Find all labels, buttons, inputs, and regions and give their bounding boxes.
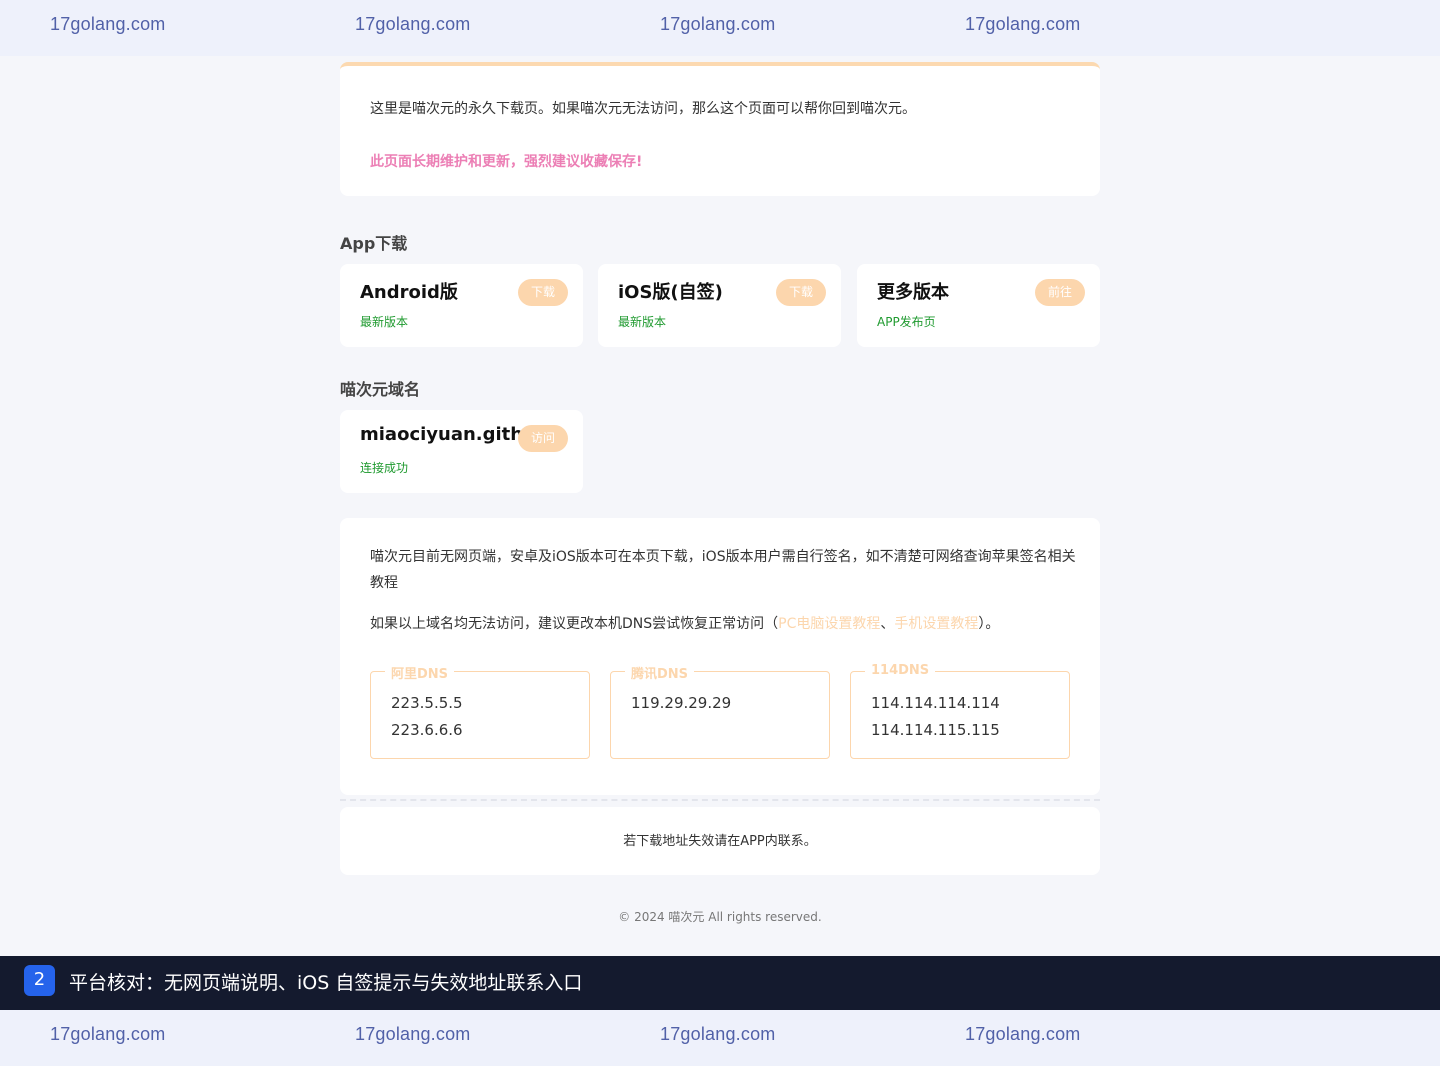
watermark-text: 17golang.com (965, 14, 1081, 34)
connection-status: 连接成功 (360, 461, 409, 475)
domain-card: miaociyuan.github 连接成功 访问 (340, 410, 583, 493)
contact-note: 若下载地址失效请在APP内联系。 (623, 834, 817, 849)
dns-advice-suffix: ）。 (978, 616, 1000, 632)
app-version-label: 最新版本 (360, 315, 409, 329)
copyright: © 2024 喵次元 All rights reserved. (618, 910, 822, 924)
android-download-button[interactable]: 下载 (518, 279, 568, 306)
dns-value: 223.6.6.6 (391, 721, 463, 739)
app-card-ios: iOS版(自签) 最新版本 下载 (598, 264, 841, 347)
app-version-label: 最新版本 (618, 315, 667, 329)
watermark-text: 17golang.com (355, 14, 471, 34)
caption-bar: 2 平台核对：无网页端说明、iOS 自签提示与失效地址联系入口 (0, 956, 1440, 1010)
app-release-label: APP发布页 (877, 315, 936, 329)
watermark-text: 17golang.com (50, 1024, 166, 1044)
info-description: 喵次元目前无网页端，安卓及iOS版本可在本页下载，iOS版本用户需自行签名，如不… (370, 549, 1076, 591)
app-section-title: App下载 (340, 234, 408, 253)
dns-value: 223.5.5.5 (391, 694, 463, 712)
watermark-text: 17golang.com (660, 1024, 776, 1044)
pc-dns-tutorial-link[interactable]: PC电脑设置教程 (778, 616, 880, 632)
contact-card: 若下载地址失效请在APP内联系。 (340, 807, 1100, 875)
watermark-text: 17golang.com (965, 1024, 1081, 1044)
dns-value: 114.114.115.115 (871, 721, 1000, 739)
dns-advice-prefix: 如果以上域名均无法访问，建议更改本机DNS尝试恢复正常访问（ (370, 616, 779, 632)
notice-text: 这里是喵次元的永久下载页。如果喵次元无法访问，那么这个页面可以帮你回到喵次元。 (370, 101, 916, 117)
dns-box-114: 114DNS 114.114.114.114 114.114.115.115 (850, 663, 1070, 759)
domain-section-title: 喵次元域名 (340, 380, 421, 399)
watermark-text: 17golang.com (660, 14, 776, 34)
step-badge: 2 (24, 965, 55, 996)
app-card-android: Android版 最新版本 下载 (340, 264, 583, 347)
dns-advice: 如果以上域名均无法访问，建议更改本机DNS尝试恢复正常访问（PC电脑设置教程、手… (370, 611, 1090, 637)
app-name: iOS版(自签) (618, 282, 723, 303)
watermark-text: 17golang.com (355, 1024, 471, 1044)
dns-box-tencent: 腾讯DNS 119.29.29.29 (610, 663, 830, 759)
bookmark-reminder: 此页面长期维护和更新，强烈建议收藏保存! (370, 154, 643, 170)
visit-domain-button[interactable]: 访问 (518, 425, 568, 452)
dns-box-ali: 阿里DNS 223.5.5.5 223.6.6.6 (370, 663, 590, 759)
dns-value: 114.114.114.114 (871, 694, 1000, 712)
dns-value: 119.29.29.29 (631, 694, 732, 712)
watermark-bar-top: 17golang.com 17golang.com 17golang.com 1… (0, 0, 1440, 56)
app-card-more: 更多版本 APP发布页 前往 (857, 264, 1100, 347)
watermark-text: 17golang.com (50, 14, 166, 34)
app-name: Android版 (360, 282, 458, 303)
info-card: 喵次元目前无网页端，安卓及iOS版本可在本页下载，iOS版本用户需自行签名，如不… (340, 518, 1100, 795)
dashed-divider (340, 799, 1100, 801)
watermark-bar-bottom: 17golang.com 17golang.com 17golang.com 1… (0, 1010, 1440, 1066)
dns-provider-name: 腾讯DNS (625, 663, 695, 682)
app-name: 更多版本 (877, 282, 949, 303)
notice-card: 这里是喵次元的永久下载页。如果喵次元无法访问，那么这个页面可以帮你回到喵次元。 … (340, 62, 1100, 196)
dns-provider-name: 阿里DNS (385, 663, 455, 682)
more-versions-button[interactable]: 前往 (1035, 279, 1085, 306)
ios-download-button[interactable]: 下载 (776, 279, 826, 306)
caption-text: 平台核对：无网页端说明、iOS 自签提示与失效地址联系入口 (69, 972, 583, 994)
mobile-dns-tutorial-link[interactable]: 手机设置教程 (894, 616, 978, 632)
separator: 、 (880, 616, 895, 632)
dns-provider-name: 114DNS (865, 663, 936, 678)
